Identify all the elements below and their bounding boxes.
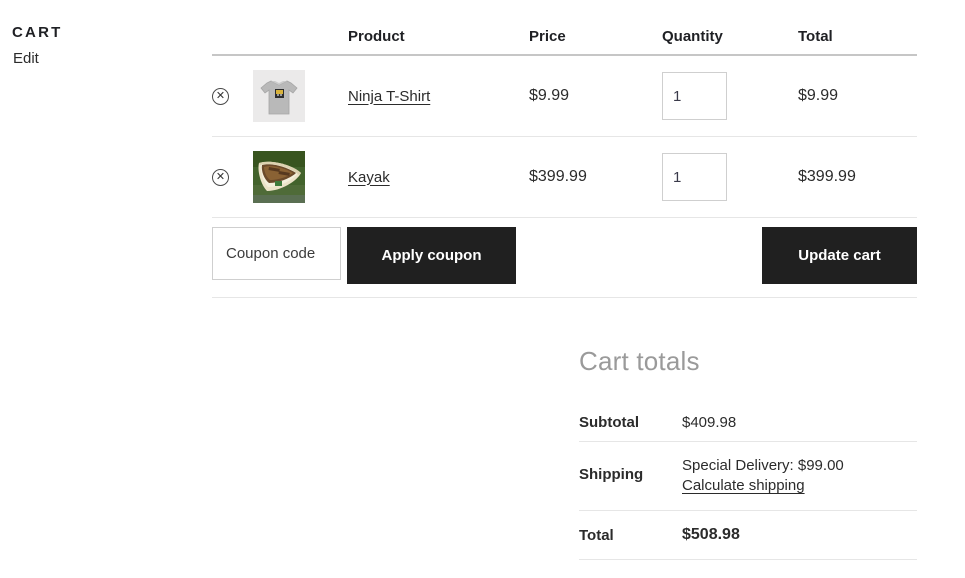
table-row: ✕ Ninja T-Shirt $9.99 1 $9.99 bbox=[212, 56, 917, 137]
calculate-shipping-link[interactable]: Calculate shipping bbox=[682, 477, 805, 494]
shipping-label: Shipping bbox=[579, 441, 682, 512]
subtotal-row: Subtotal $409.98 bbox=[579, 404, 917, 442]
circle-x-icon[interactable]: ✕ bbox=[212, 168, 229, 186]
product-link[interactable]: Kayak bbox=[348, 169, 390, 186]
cart-table-header: Product Price Quantity Total bbox=[212, 16, 917, 56]
quantity-input[interactable] bbox=[662, 72, 727, 120]
subtotal-label: Subtotal bbox=[579, 404, 682, 442]
quantity-cell bbox=[662, 137, 782, 217]
shipping-row: Shipping Special Delivery: $99.00 Calcul… bbox=[579, 441, 917, 512]
product-thumbnail-cell bbox=[253, 56, 305, 136]
order-total-label: Total bbox=[579, 510, 682, 561]
subtotal-value: $409.98 bbox=[682, 404, 917, 442]
product-thumbnail-cell bbox=[253, 137, 305, 217]
product-price: $399.99 bbox=[529, 168, 587, 185]
column-header-price: Price bbox=[529, 28, 566, 45]
kayak-canoe-thumbnail[interactable] bbox=[253, 151, 305, 203]
apply-coupon-button[interactable]: Apply coupon bbox=[347, 227, 516, 284]
order-total-value: $508.98 bbox=[682, 510, 917, 561]
circle-x-icon[interactable]: ✕ bbox=[212, 87, 229, 105]
product-line-total: $399.99 bbox=[798, 168, 856, 185]
product-link[interactable]: Ninja T-Shirt bbox=[348, 88, 430, 105]
product-price: $9.99 bbox=[529, 87, 570, 104]
table-row: ✕ Kayak $399.99 1 $399.99 bbox=[212, 137, 917, 218]
cart-totals-section: Cart totals Subtotal $409.98 Shipping Sp… bbox=[579, 346, 917, 561]
cart-totals-table: Subtotal $409.98 Shipping Special Delive… bbox=[579, 404, 917, 561]
coupon-code-input[interactable] bbox=[212, 227, 341, 280]
sidebar-edit-link[interactable]: Edit bbox=[13, 50, 39, 67]
sidebar: CART Edit bbox=[0, 0, 200, 578]
cart-page: CART Edit Product Price Quantity Total ✕ bbox=[0, 0, 965, 578]
column-header-total: Total bbox=[798, 28, 833, 45]
column-header-quantity: Quantity bbox=[662, 28, 723, 45]
product-name-cell: Ninja T-Shirt bbox=[348, 56, 518, 136]
product-name-cell: Kayak bbox=[348, 137, 518, 217]
column-header-product: Product bbox=[348, 28, 405, 45]
quantity-cell bbox=[662, 56, 782, 136]
remove-item-cell: ✕ bbox=[212, 56, 242, 136]
order-total-row: Total $508.98 bbox=[579, 510, 917, 561]
cart-table: Product Price Quantity Total ✕ Ninja T-S… bbox=[212, 16, 917, 298]
remove-item-cell: ✕ bbox=[212, 137, 242, 217]
quantity-input[interactable] bbox=[662, 153, 727, 201]
shipping-details: Special Delivery: $99.00 Calculate shipp… bbox=[682, 441, 917, 512]
cart-actions-row: Apply coupon Update cart bbox=[212, 218, 917, 298]
shipping-method: Special Delivery: $99.00 bbox=[682, 457, 844, 474]
cart-totals-heading: Cart totals bbox=[579, 346, 700, 376]
gray-t-shirt-thumbnail[interactable] bbox=[253, 70, 305, 122]
page-title: CART bbox=[12, 24, 63, 41]
update-cart-button[interactable]: Update cart bbox=[762, 227, 917, 284]
product-line-total: $9.99 bbox=[798, 87, 839, 104]
